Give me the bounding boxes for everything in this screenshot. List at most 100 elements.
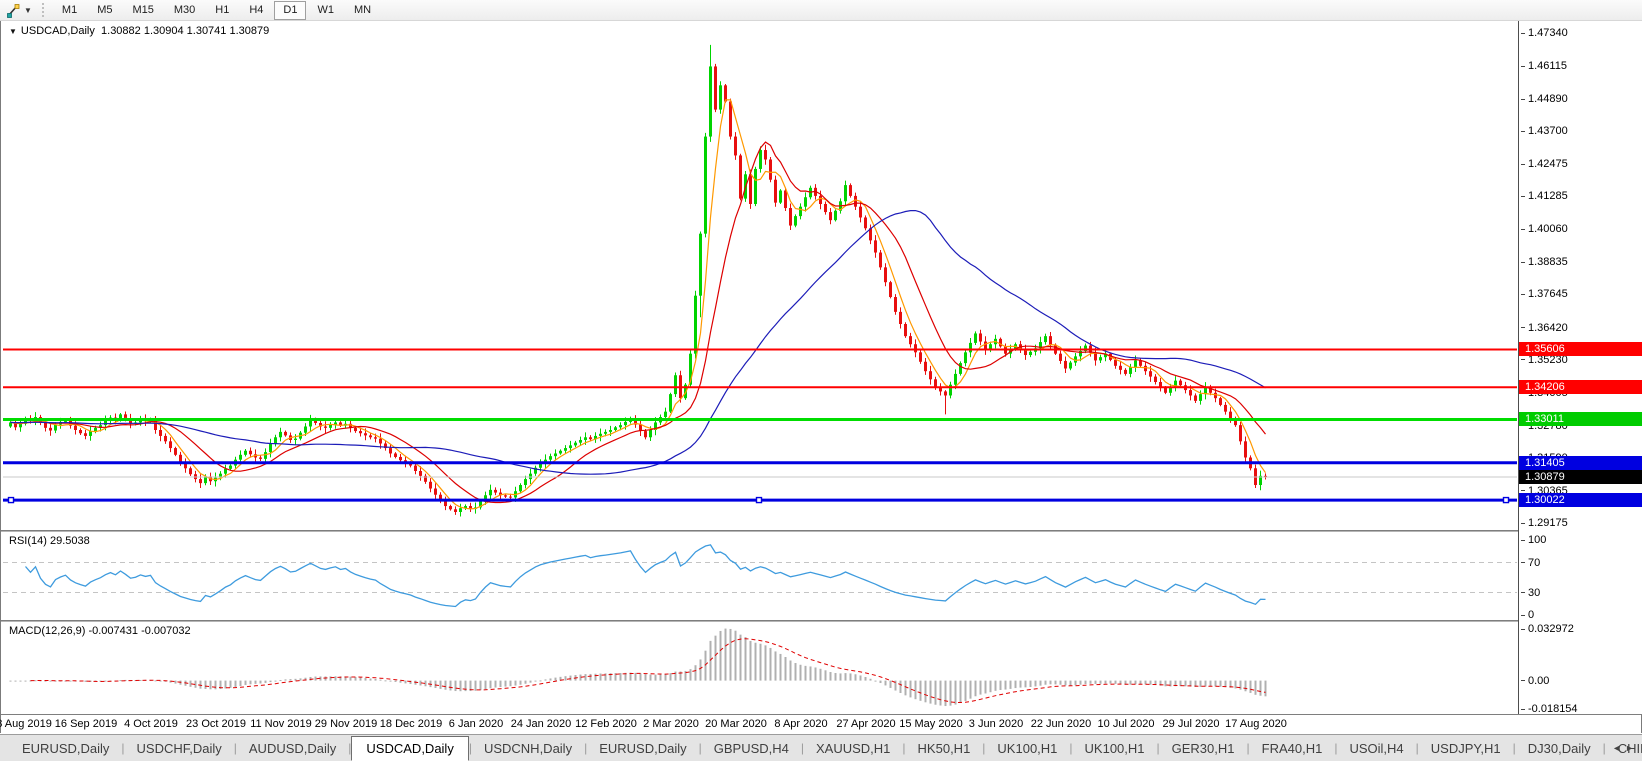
timeframe-button-w1[interactable]: W1 xyxy=(308,1,343,20)
candle-body xyxy=(554,453,557,457)
chart-tab-uk100-h1[interactable]: UK100,H1 xyxy=(985,738,1069,759)
macd-histogram-bar xyxy=(379,679,382,681)
candle-body xyxy=(434,488,437,495)
macd-histogram-bar xyxy=(69,680,72,682)
chart-tab-usoil-h4[interactable]: USOil,H4 xyxy=(1337,738,1415,759)
macd-histogram-bar xyxy=(814,667,817,681)
macd-histogram-bar xyxy=(999,680,1002,690)
macd-histogram-bar xyxy=(519,680,522,685)
line-drag-handle[interactable] xyxy=(755,496,763,504)
date-axis-label: 20 Mar 2020 xyxy=(705,718,767,730)
timeframe-button-m15[interactable]: M15 xyxy=(123,1,162,20)
timeframe-button-m5[interactable]: M5 xyxy=(88,1,121,20)
macd-histogram-bar xyxy=(809,666,812,681)
macd-histogram-bar xyxy=(509,680,512,687)
line-drag-handle[interactable] xyxy=(1502,496,1510,504)
macd-histogram-bar xyxy=(294,678,297,681)
macd-histogram-bar xyxy=(834,673,837,681)
draw-tools-icon[interactable] xyxy=(4,2,22,18)
candle-body xyxy=(854,195,857,207)
macd-histogram-bar xyxy=(869,678,872,681)
rsi-tick-label: 30 xyxy=(1521,587,1540,599)
macd-histogram-bar xyxy=(259,680,262,684)
timeframe-button-h4[interactable]: H4 xyxy=(240,1,272,20)
tab-scroll-arrows[interactable]: ◄► xyxy=(1612,743,1638,753)
rsi-panel[interactable]: RSI(14) 29.5038 xyxy=(1,532,1518,620)
collapse-arrow-icon[interactable]: ▼ xyxy=(9,27,17,36)
macd-histogram-bar xyxy=(269,680,272,683)
tab-scroll-left-icon[interactable]: ◄ xyxy=(1612,743,1625,753)
price-tick-label: 1.44890 xyxy=(1521,93,1568,105)
candle-body xyxy=(884,267,887,283)
chart-tab-uk100-h1[interactable]: UK100,H1 xyxy=(1073,738,1157,759)
candle-body xyxy=(1244,441,1247,458)
candle-body xyxy=(559,450,562,454)
chart-tab-usdchf-daily[interactable]: USDCHF,Daily xyxy=(125,738,234,759)
timeframe-button-m30[interactable]: M30 xyxy=(165,1,204,20)
date-axis: 28 Aug 201916 Sep 2019 4 Oct 2019 23 Oct 2… xyxy=(0,715,1518,733)
macd-histogram-bar xyxy=(1264,680,1267,697)
macd-histogram-bar xyxy=(459,680,462,692)
chart-tab-ger30-h1[interactable]: GER30,H1 xyxy=(1160,738,1247,759)
macd-histogram-bar xyxy=(944,680,947,707)
macd-histogram-bar xyxy=(719,630,722,681)
chart-tab-audusd-daily[interactable]: AUDUSD,Daily xyxy=(237,738,348,759)
candle-body xyxy=(369,435,372,438)
macd-histogram-bar xyxy=(49,680,52,682)
macd-histogram-bar xyxy=(404,680,407,684)
line-drag-handle[interactable] xyxy=(7,496,15,504)
chart-tab-eurusd-daily[interactable]: EURUSD,Daily xyxy=(10,738,121,759)
timeframe-button-d1[interactable]: D1 xyxy=(274,0,307,20)
chart-tab-usdjpy-h1[interactable]: USDJPY,H1 xyxy=(1419,738,1513,759)
candle-body xyxy=(1064,360,1067,369)
macd-histogram-bar xyxy=(214,680,217,690)
candle-body xyxy=(354,427,357,432)
candle-body xyxy=(739,155,742,199)
macd-histogram-bar xyxy=(299,678,302,681)
macd-histogram-bar xyxy=(959,680,962,703)
timeframe-button-m1[interactable]: M1 xyxy=(53,1,86,20)
draw-tools-dropdown-icon[interactable]: ▼ xyxy=(24,6,32,15)
macd-histogram-bar xyxy=(1089,680,1092,684)
candle-body xyxy=(1219,398,1222,405)
candle-body xyxy=(524,479,527,486)
chart-window: ▼ USDCAD,Daily 1.30882 1.30904 1.30741 1.… xyxy=(0,21,1642,733)
candlestick-plot[interactable] xyxy=(1,21,1518,530)
chart-tab-gbpusd-h4[interactable]: GBPUSD,H4 xyxy=(702,738,801,759)
chart-tab-usdcnh-daily[interactable]: USDCNH,Daily xyxy=(472,738,584,759)
candle-body xyxy=(1149,371,1152,377)
macd-histogram-bar xyxy=(1004,680,1007,690)
chart-tab-eurusd-daily[interactable]: EURUSD,Daily xyxy=(587,738,698,759)
chart-tab-dj30-daily[interactable]: DJ30,Daily xyxy=(1516,738,1603,759)
candle-body xyxy=(704,136,707,234)
chart-tab-xauusd-h1[interactable]: XAUUSD,H1 xyxy=(804,738,902,759)
chart-tab-hk50-h1[interactable]: HK50,H1 xyxy=(906,738,983,759)
candle-body xyxy=(829,212,832,221)
chart-tab-fra40-h1[interactable]: FRA40,H1 xyxy=(1250,738,1335,759)
price-tick-label: 1.41285 xyxy=(1521,190,1568,202)
candle-body xyxy=(1129,367,1132,374)
candle-body xyxy=(1099,357,1102,361)
price-tick-label: 1.42475 xyxy=(1521,158,1568,170)
main-chart-panel[interactable]: ▼ USDCAD,Daily 1.30882 1.30904 1.30741 1.… xyxy=(1,21,1518,530)
candle-body xyxy=(389,448,392,454)
macd-histogram-bar xyxy=(764,645,767,681)
candle-body xyxy=(1124,369,1127,374)
timeframe-button-h1[interactable]: H1 xyxy=(206,1,238,20)
macd-histogram-bar xyxy=(384,680,387,682)
candle-body xyxy=(509,496,512,498)
candle-body xyxy=(519,485,522,492)
macd-histogram-bar xyxy=(1209,680,1212,687)
chart-tab-usdcad-daily[interactable]: USDCAD,Daily xyxy=(351,735,469,761)
price-tick-label: 1.43700 xyxy=(1521,125,1568,137)
tab-scroll-right-icon[interactable]: ► xyxy=(1625,743,1638,753)
macd-histogram-bar xyxy=(1184,680,1187,687)
macd-panel[interactable]: MACD(12,26,9) -0.007431 -0.007032 xyxy=(1,622,1518,714)
candle-body xyxy=(874,240,877,253)
top-toolbar: ▼ M1 M5 M15 M30 H1 H4 D1 W1 MN xyxy=(0,0,1642,21)
candle-body xyxy=(599,433,602,436)
timeframe-button-mn[interactable]: MN xyxy=(345,1,380,20)
macd-histogram-bar xyxy=(199,680,202,689)
candle-body xyxy=(709,66,712,137)
macd-histogram-bar xyxy=(709,640,712,681)
